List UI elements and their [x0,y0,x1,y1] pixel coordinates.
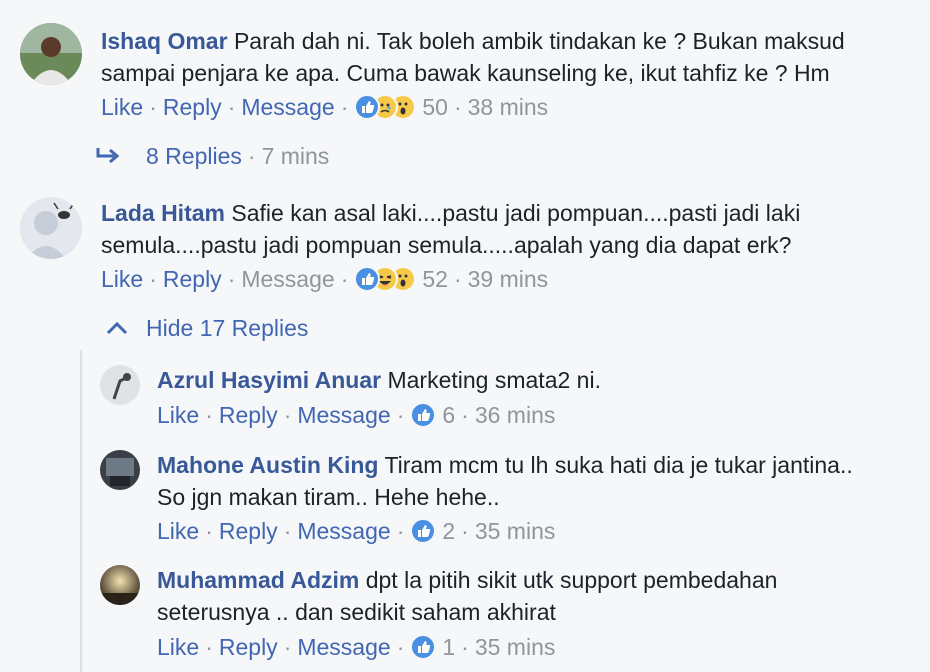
comment-author[interactable]: Ishaq Omar [101,28,228,54]
message-link[interactable]: Message [241,92,334,122]
hide-replies-button[interactable]: Hide 17 Replies [106,313,308,343]
like-icon [410,634,437,660]
comment-actions: Like · Reply · Message · 50 · 38 mins [101,92,548,122]
comment-author[interactable]: Lada Hitam [101,200,225,226]
separator: · [396,634,405,660]
separator: · [149,266,157,292]
reply-text: Muhammad Adzim dpt la pitih sikit utk su… [157,564,777,628]
comment-body: sampai penjara ke apa. Cuma bawak kaunse… [101,60,830,86]
comment-text: Lada Hitam Safie kan asal laki....pastu … [101,197,800,261]
reaction-count[interactable]: 2 [442,516,455,546]
reply-actions: Like · Reply · Message · 1 · 35 mins [157,632,555,662]
like-link[interactable]: Like [157,632,199,662]
hide-replies-label[interactable]: Hide 17 Replies [146,313,308,343]
comment-text: Ishaq Omar Parah dah ni. Tak boleh ambik… [101,25,845,89]
separator: · [283,402,292,428]
separator: · [247,143,256,169]
separator: · [461,518,469,544]
reply-link[interactable]: Reply [163,92,222,122]
separator: · [149,94,157,120]
separator: · [283,518,292,544]
timestamp[interactable]: 38 mins [468,92,549,122]
comment-actions: Like · Reply · Message · 52 · 39 mins [101,264,548,294]
chevron-up-icon [106,321,128,335]
reply-body: Marketing smata2 ni. [387,367,601,393]
separator: · [205,518,213,544]
separator: · [453,266,462,292]
timestamp[interactable]: 39 mins [468,264,549,294]
replies-count-label[interactable]: 8 Replies [146,141,242,171]
reply-body: So jgn makan tiram.. Hehe hehe.. [157,484,500,510]
reply-link[interactable]: Reply [219,400,278,430]
avatar[interactable] [100,450,140,490]
message-link[interactable]: Message [297,632,390,662]
reaction-count[interactable]: 1 [442,632,455,662]
like-icon [410,402,437,428]
separator: · [340,266,349,292]
reply-author[interactable]: Azrul Hasyimi Anuar [157,367,381,393]
reply-text: Azrul Hasyimi Anuar Marketing smata2 ni. [157,364,601,396]
separator: · [340,94,349,120]
like-icon [354,266,381,292]
reply-link[interactable]: Reply [219,516,278,546]
separator: · [205,634,213,660]
timestamp[interactable]: 36 mins [475,400,556,430]
reactions[interactable] [410,634,437,660]
reply-arrow-icon [96,148,120,164]
reply-actions: Like · Reply · Message · 2 · 35 mins [157,516,555,546]
like-icon [354,94,381,120]
reply-link[interactable]: Reply [219,632,278,662]
separator: · [461,402,469,428]
timestamp[interactable]: 35 mins [475,632,556,662]
separator: · [227,94,236,120]
avatar[interactable] [100,565,140,605]
reply-text: Mahone Austin King Tiram mcm tu lh suka … [157,449,853,513]
like-link[interactable]: Like [101,92,143,122]
reply-thread-line [80,350,82,672]
comment-body: Safie kan asal laki....pastu jadi pompua… [231,200,801,226]
separator: · [283,634,292,660]
view-replies-button[interactable]: 8 Replies · 7 mins [96,141,329,171]
separator: · [205,402,213,428]
reply-body: seterusnya .. dan sedikit saham akhirat [157,599,556,625]
reply-body: Tiram mcm tu lh suka hati dia je tukar j… [384,452,853,478]
reaction-count[interactable]: 52 [422,264,448,294]
reactions[interactable] [410,402,437,428]
avatar[interactable] [100,365,140,405]
reply-author[interactable]: Muhammad Adzim [157,567,359,593]
message-link[interactable]: Message [241,264,334,294]
reply-link[interactable]: Reply [163,264,222,294]
timestamp[interactable]: 35 mins [475,516,556,546]
separator: · [227,266,236,292]
reaction-count[interactable]: 50 [422,92,448,122]
reaction-count[interactable]: 6 [442,400,455,430]
like-link[interactable]: Like [101,264,143,294]
like-link[interactable]: Like [157,516,199,546]
reply-actions: Like · Reply · Message · 6 · 36 mins [157,400,555,430]
like-link[interactable]: Like [157,400,199,430]
reactions[interactable] [354,94,417,120]
comment-body: Parah dah ni. Tak boleh ambik tindakan k… [233,28,845,54]
avatar[interactable] [20,197,82,259]
reply-body: dpt la pitih sikit utk support pembedaha… [365,567,778,593]
avatar[interactable] [20,23,82,85]
like-icon [410,518,437,544]
message-link[interactable]: Message [297,400,390,430]
timestamp: 7 mins [261,143,330,169]
separator: · [461,634,469,660]
separator: · [396,402,405,428]
separator: · [453,94,462,120]
reply-author[interactable]: Mahone Austin King [157,452,378,478]
reactions[interactable] [410,518,437,544]
separator: · [396,518,405,544]
comment-body: semula....pastu jadi pompuan semula.....… [101,232,792,258]
message-link[interactable]: Message [297,516,390,546]
reactions[interactable] [354,266,417,292]
